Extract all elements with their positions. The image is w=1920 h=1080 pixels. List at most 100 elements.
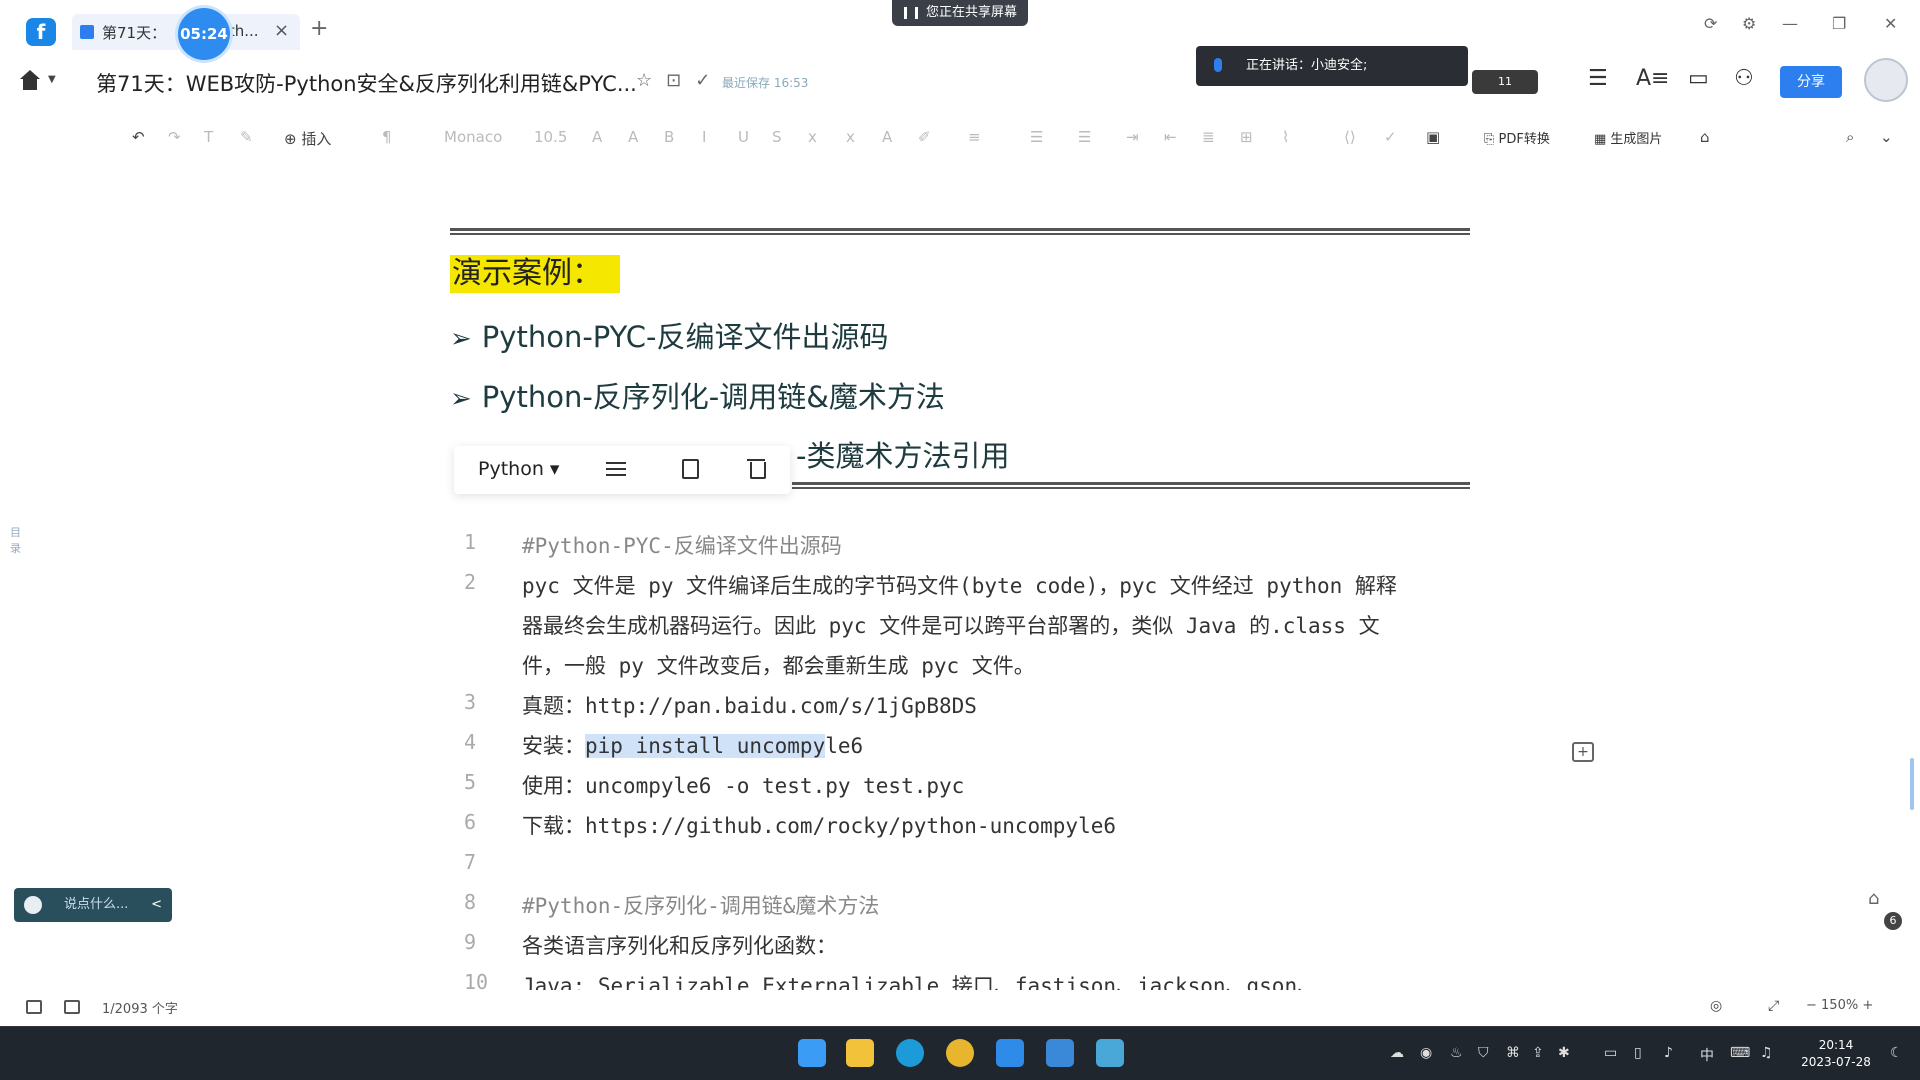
- font-select[interactable]: Monaco: [444, 128, 502, 146]
- minimize-icon[interactable]: —: [1782, 14, 1798, 33]
- increase-font-icon[interactable]: A: [592, 128, 602, 146]
- paragraph-style-icon[interactable]: ¶: [382, 128, 392, 146]
- zoom-control[interactable]: − 150% +: [1806, 998, 1873, 1013]
- star-icon[interactable]: ☆: [636, 70, 652, 91]
- start-menu-icon[interactable]: [798, 1039, 826, 1067]
- indent-icon[interactable]: ⇥: [1126, 128, 1139, 146]
- text-format-icon[interactable]: A≡: [1636, 66, 1669, 91]
- underline-icon[interactable]: U: [738, 128, 749, 146]
- bold-icon[interactable]: B: [664, 128, 674, 146]
- assistant-icon[interactable]: ⌂: [1868, 888, 1879, 909]
- link-icon[interactable]: ⌇: [1282, 128, 1289, 146]
- chat-input-button[interactable]: 说点什么... <: [14, 888, 172, 922]
- delete-icon[interactable]: [744, 456, 770, 482]
- app-tray-icon[interactable]: ♨: [1450, 1045, 1463, 1061]
- battery-icon[interactable]: ▯: [1634, 1045, 1642, 1061]
- code-text: 件，一般 py 文件改变后，都会重新生成 pyc 文件。: [522, 654, 1035, 678]
- line-spacing-icon[interactable]: ≣: [1202, 128, 1215, 146]
- display-tray-icon[interactable]: ▭: [1604, 1045, 1617, 1061]
- docs-app-icon[interactable]: [996, 1039, 1024, 1067]
- plugin-icon[interactable]: ⌂: [1700, 128, 1710, 146]
- pdf-convert-button[interactable]: ⎘ PDF转换: [1484, 128, 1550, 147]
- bullet-item: ➢ Python-PYC-反编译文件出源码: [450, 314, 888, 356]
- edge-browser-icon[interactable]: [896, 1039, 924, 1067]
- decrease-font-icon[interactable]: A: [628, 128, 638, 146]
- language-select[interactable]: Python ▾: [478, 458, 559, 480]
- home-icon[interactable]: [18, 70, 42, 92]
- text-color-icon[interactable]: A: [882, 128, 892, 146]
- code-text: 下载：https://github.com/rocky/python-uncom…: [522, 814, 1117, 838]
- outline-toggle[interactable]: 目录: [10, 524, 28, 568]
- undo-icon[interactable]: ↶: [132, 128, 145, 146]
- new-tab-button[interactable]: +: [310, 16, 328, 41]
- file-explorer-icon[interactable]: [846, 1039, 874, 1067]
- cloud-tray-icon[interactable]: ☁: [1390, 1045, 1404, 1061]
- clear-format-icon[interactable]: T: [204, 128, 213, 146]
- add-user-icon[interactable]: ⚇: [1734, 66, 1754, 91]
- microphone-tray-icon[interactable]: ♪: [1664, 1045, 1673, 1061]
- collaborators-avatars[interactable]: 11: [1472, 70, 1538, 94]
- bullet-list-icon[interactable]: ☰: [1030, 128, 1043, 146]
- chevron-down-icon[interactable]: ⌄: [1880, 128, 1893, 146]
- italic-icon[interactable]: I: [702, 128, 706, 146]
- settings-tray-icon[interactable]: ✱: [1558, 1045, 1570, 1061]
- superscript-icon[interactable]: x: [808, 128, 817, 146]
- scrollbar[interactable]: [1910, 758, 1914, 810]
- notification-badge[interactable]: 6: [1884, 912, 1902, 930]
- code-block[interactable]: 1 #Python-PYC-反编译文件出源码 2 pyc 文件是 py 文件编译…: [450, 520, 1470, 990]
- insert-button[interactable]: ⊕ 插入: [284, 128, 331, 149]
- document-title[interactable]: 第71天：WEB攻防-Python安全&反序列化利用链&PYC...: [96, 68, 637, 98]
- close-window-icon[interactable]: ✕: [1884, 14, 1897, 33]
- restore-icon[interactable]: ❐: [1832, 14, 1846, 33]
- meeting-app-icon[interactable]: [1096, 1039, 1124, 1067]
- copy-icon[interactable]: [676, 456, 702, 482]
- present-icon[interactable]: ▭: [1688, 66, 1709, 91]
- avatar[interactable]: [1864, 58, 1908, 102]
- fullscreen-icon[interactable]: ⤢: [1768, 998, 1779, 1014]
- volume-icon[interactable]: ♫: [1760, 1045, 1773, 1061]
- pause-icon: [904, 7, 918, 19]
- input-method-indicator[interactable]: 中: [1700, 1045, 1714, 1065]
- system-clock[interactable]: 20:14 2023-07-28: [1796, 1037, 1876, 1071]
- share-button[interactable]: 分享: [1780, 66, 1842, 98]
- table-icon[interactable]: ⊞: [1240, 128, 1253, 146]
- check-icon[interactable]: ✓: [1384, 128, 1397, 146]
- chevron-down-icon[interactable]: ▼: [48, 74, 56, 85]
- network-tray-icon[interactable]: ⌘: [1506, 1045, 1520, 1061]
- align-icon[interactable]: ≡: [968, 128, 981, 146]
- folder-icon[interactable]: ⊡: [666, 70, 681, 91]
- refresh-icon[interactable]: ⟳: [1704, 14, 1717, 33]
- collapse-icon[interactable]: <: [151, 888, 162, 922]
- code-icon[interactable]: ⟨⟩: [1344, 128, 1356, 146]
- font-size-select[interactable]: 10.5: [534, 128, 567, 146]
- shield-icon[interactable]: ⛉: [1478, 1045, 1489, 1061]
- close-tab-icon[interactable]: ×: [274, 20, 289, 41]
- format-painter-icon[interactable]: ✎: [240, 128, 253, 146]
- outdent-icon[interactable]: ⇤: [1164, 128, 1177, 146]
- add-comment-icon[interactable]: +: [1572, 742, 1594, 762]
- frame-icon[interactable]: ▣: [1426, 128, 1440, 146]
- app-logo-icon[interactable]: f: [26, 18, 56, 46]
- word-count[interactable]: 1/2093 个字: [102, 998, 178, 1017]
- strikethrough-icon[interactable]: S: [772, 128, 782, 146]
- photos-app-icon[interactable]: [1046, 1039, 1074, 1067]
- keyboard-icon[interactable]: ⌨: [1730, 1045, 1750, 1061]
- numbered-list-icon[interactable]: ☰: [1078, 128, 1091, 146]
- outline-icon[interactable]: [26, 1000, 42, 1014]
- upload-tray-icon[interactable]: ⇪: [1532, 1045, 1544, 1061]
- redo-icon[interactable]: ↷: [168, 128, 181, 146]
- wrap-lines-icon[interactable]: [604, 456, 630, 482]
- chrome-browser-icon[interactable]: [946, 1039, 974, 1067]
- notifications-icon[interactable]: ☾: [1890, 1045, 1903, 1061]
- meeting-timer[interactable]: 05:24: [178, 8, 230, 60]
- menu-icon[interactable]: ☰: [1588, 66, 1608, 91]
- screen-sharing-banner[interactable]: 您正在共享屏幕: [892, 0, 1028, 26]
- focus-mode-icon[interactable]: ◎: [1710, 998, 1722, 1014]
- settings-icon[interactable]: ⚙: [1742, 14, 1756, 33]
- search-icon[interactable]: ⌕: [1846, 128, 1854, 146]
- browser-tray-icon[interactable]: ◉: [1420, 1045, 1432, 1061]
- highlight-icon[interactable]: ✐: [918, 128, 931, 146]
- subscript-icon[interactable]: x: [846, 128, 855, 146]
- page-layout-icon[interactable]: [64, 1000, 80, 1014]
- generate-image-button[interactable]: ▦ 生成图片: [1594, 128, 1662, 147]
